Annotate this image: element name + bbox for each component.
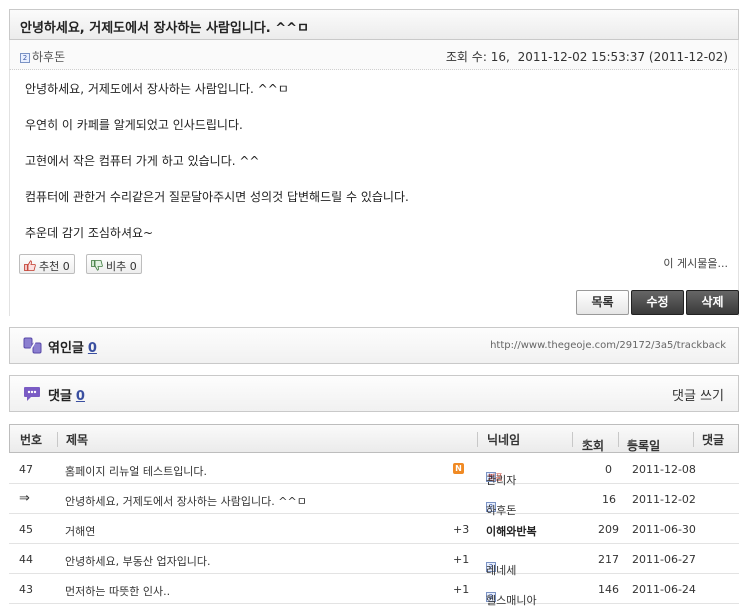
new-badge-icon: N bbox=[453, 463, 464, 474]
edit-button[interactable]: 수정 bbox=[631, 290, 684, 315]
content-line: 우연히 이 카페를 알게되었고 인사드립니다. bbox=[25, 118, 243, 132]
row-date: 2011-12-08 bbox=[632, 463, 696, 476]
row-views: 217 bbox=[598, 553, 619, 566]
row-title[interactable]: 거해연 bbox=[65, 523, 95, 539]
trackback-count[interactable]: 0 bbox=[88, 341, 97, 356]
post-meta-bar: 2 하후돈 조회 수: 16, 2011-12-02 15:53:37 (2011… bbox=[9, 40, 739, 70]
row-date: 2011-06-24 bbox=[632, 583, 696, 596]
row-date: 2011-12-02 bbox=[632, 493, 696, 506]
views-label: 조회 수: bbox=[445, 50, 487, 64]
row-title[interactable]: 안녕하세요, 부동산 업자입니다. bbox=[65, 553, 211, 569]
post-views: 조회 수: 16, 2011-12-02 15:53:37 (2011-12-0… bbox=[446, 48, 728, 65]
comments-title: 댓글 bbox=[48, 389, 72, 404]
list-header: 번호 제목 닉네임 조회 ◢ 등록일 ◢ 댓글 bbox=[9, 424, 739, 453]
delete-button[interactable]: 삭제 bbox=[686, 290, 739, 315]
list-button[interactable]: 목록 bbox=[576, 290, 629, 315]
table-row: 45 거해연 +3 이해와반복 209 2011-06-30 bbox=[9, 514, 739, 544]
trackback-box: 엮인글 0 http://www.thegeoje.com/29172/3a5/t… bbox=[9, 327, 739, 364]
row-title[interactable]: 안녕하세요, 거제도에서 장사하는 사람입니다. ^^ㅁ bbox=[65, 493, 307, 509]
content-line: 컴퓨터에 관한거 수리같은거 질문달아주시면 성의것 답변해드릴 수 있습니다. bbox=[25, 190, 409, 204]
post-content: 안녕하세요, 거제도에서 장사하는 사람입니다. ^^ㅁ 우연히 이 카페를 알… bbox=[25, 81, 725, 261]
sort-icon: ◢ bbox=[582, 437, 588, 445]
post-more-link[interactable]: 이 게시물을... bbox=[663, 255, 728, 271]
views-count: 16, bbox=[490, 50, 510, 64]
thumbs-down-icon bbox=[91, 260, 103, 271]
table-row-current: ⇒ 안녕하세요, 거제도에서 장사하는 사람입니다. ^^ㅁ 2 하후돈 16 2… bbox=[9, 484, 739, 517]
col-header-title: 제목 bbox=[66, 433, 89, 447]
comment-bubble-icon bbox=[24, 387, 40, 401]
thumbs-up-icon bbox=[24, 260, 36, 271]
row-views: 146 bbox=[598, 583, 619, 596]
row-date: 2011-06-30 bbox=[632, 523, 696, 536]
trackback-icon bbox=[23, 337, 42, 354]
recommend-label: 추천 0 bbox=[39, 260, 70, 273]
row-no: 47 bbox=[19, 463, 33, 476]
current-post-arrow: ⇒ bbox=[19, 491, 30, 506]
post-title: 안녕하세요, 거제도에서 장사하는 사람입니다. ^^ㅁ bbox=[9, 9, 739, 40]
content-line: 고현에서 작은 컴퓨터 가게 하고 있습니다. ^^ bbox=[25, 154, 260, 168]
sort-icon: ◢ bbox=[627, 437, 633, 445]
row-views: 0 bbox=[605, 463, 612, 476]
content-line: 안녕하세요, 거제도에서 장사하는 사람입니다. ^^ㅁ bbox=[25, 82, 289, 96]
col-divider bbox=[572, 432, 573, 447]
recommend-button[interactable]: 추천 0 bbox=[19, 254, 75, 274]
comments-box: 댓글 0 댓글 쓰기 bbox=[9, 375, 739, 412]
row-title[interactable]: 먼저하는 따뜻한 인사.. bbox=[65, 583, 170, 599]
col-header-nick: 닉네임 bbox=[487, 433, 521, 447]
trackback-label: 엮인글 0 bbox=[48, 337, 97, 356]
author-name: 하후돈 bbox=[32, 50, 66, 64]
write-comment-link[interactable]: 댓글 쓰기 bbox=[672, 385, 724, 404]
col-divider bbox=[693, 432, 694, 447]
col-divider bbox=[477, 432, 478, 447]
trackback-url[interactable]: http://www.thegeoje.com/29172/3a5/trackb… bbox=[490, 340, 726, 351]
col-header-comments: 댓글 bbox=[702, 433, 725, 447]
table-row: 47 홈페이지 리뉴얼 테스트입니다. N b 명품 관리자 0 2011-12-0… bbox=[9, 454, 739, 487]
row-no: 44 bbox=[19, 553, 33, 566]
member-badge-icon: 2 bbox=[20, 52, 30, 63]
trackback-title: 엮인글 bbox=[48, 341, 84, 356]
row-nick[interactable]: 이해와반복 bbox=[486, 523, 537, 539]
row-no: 43 bbox=[19, 583, 33, 596]
post-author[interactable]: 2 하후돈 bbox=[20, 48, 65, 65]
comments-count[interactable]: 0 bbox=[76, 389, 85, 404]
row-comment-count: +1 bbox=[453, 583, 470, 596]
oppose-button[interactable]: 비추 0 bbox=[86, 254, 142, 274]
row-date: 2011-06-27 bbox=[632, 553, 696, 566]
row-no: 45 bbox=[19, 523, 33, 536]
col-divider bbox=[57, 432, 58, 447]
post-datetime: 2011-12-02 15:53:37 (2011-12-02) bbox=[517, 50, 728, 64]
col-divider bbox=[618, 432, 619, 447]
row-comment-count: +1 bbox=[453, 553, 470, 566]
table-row: 43 먼저하는 따뜻한 인사.. +1 2 헬스매니아 146 2011-06-2… bbox=[9, 574, 739, 607]
row-title[interactable]: 홈페이지 리뉴얼 테스트입니다. bbox=[65, 463, 207, 479]
table-row: 44 안녕하세요, 부동산 업자입니다. +1 2 레네세 217 2011-06… bbox=[9, 544, 739, 577]
oppose-label: 비추 0 bbox=[106, 260, 137, 273]
row-views: 209 bbox=[598, 523, 619, 536]
row-comment-count: +3 bbox=[453, 523, 470, 536]
row-nick-name: 헬스매니아 bbox=[486, 594, 537, 607]
row-views: 16 bbox=[602, 493, 616, 506]
comments-label: 댓글 0 bbox=[48, 385, 85, 404]
col-header-no: 번호 bbox=[20, 433, 43, 447]
